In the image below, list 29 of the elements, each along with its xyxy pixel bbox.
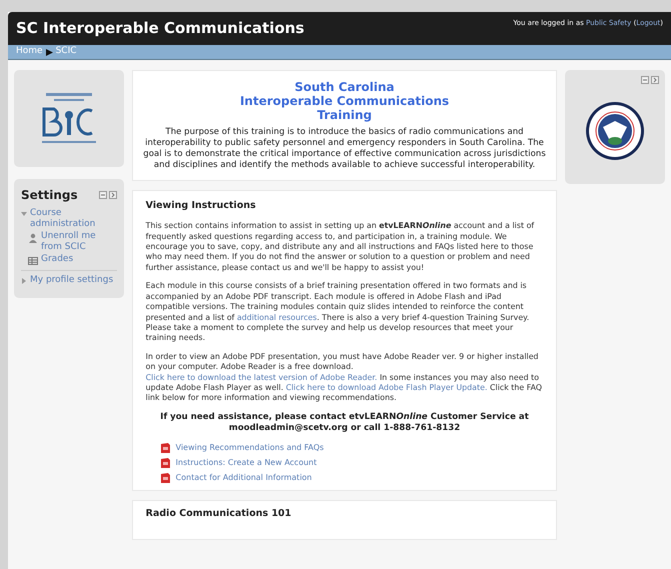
person-icon	[28, 233, 38, 243]
file-link[interactable]: Contact for Additional Information	[176, 472, 312, 484]
tree-item[interactable]: Grades	[41, 254, 74, 265]
seal-drawing	[585, 101, 646, 161]
table-icon	[28, 256, 38, 266]
minimize-icon[interactable]	[641, 76, 649, 84]
pdf-icon	[160, 442, 171, 454]
tree-item[interactable]: Unenroll me from SCIC	[41, 231, 117, 253]
assistance-notice: If you need assistance, please contact etvLEARNOnline Customer Service at moodleadmin@scetv.org or call 1-888-761-8132	[159, 412, 530, 434]
pdf-icon	[160, 456, 171, 469]
site-title: SC Interoperable Communications	[16, 18, 304, 39]
tree-item[interactable]: Course administration	[30, 208, 117, 230]
breadcrumb-link[interactable]: Home	[16, 45, 43, 59]
file-link[interactable]: Viewing Recommendations and FAQs	[176, 442, 324, 454]
section-heading: Radio Communications 101	[146, 506, 292, 521]
block-title: Settings	[21, 187, 78, 204]
separator-arrow-icon	[46, 48, 53, 56]
breadcrumb-link[interactable]: SCIC	[56, 45, 77, 59]
tree-item[interactable]: My profile settings	[30, 275, 114, 286]
expanded-arrow-icon[interactable]	[21, 211, 27, 217]
collapsed-arrow-icon[interactable]	[21, 278, 27, 284]
file-link[interactable]: Instructions: Create a New Account	[176, 456, 317, 469]
intro-paragraph: The purpose of this training is to introduce the basics of radio communications and interoperability to public safety personnel and emergency responders in South Carolina. The goal is to demonstrate the critical importance of effective communication across jurisdictions and disciplines and identify the methods available to achieve successful interoperability.	[142, 127, 546, 171]
minimize-icon[interactable]	[98, 191, 107, 199]
course-title: South Carolina Interoperable Communications Training	[238, 80, 450, 122]
section-heading: Viewing Instructions	[146, 199, 257, 213]
pdf-icon	[160, 472, 171, 484]
dock-icon[interactable]	[108, 191, 117, 199]
dock-icon[interactable]	[651, 76, 659, 84]
